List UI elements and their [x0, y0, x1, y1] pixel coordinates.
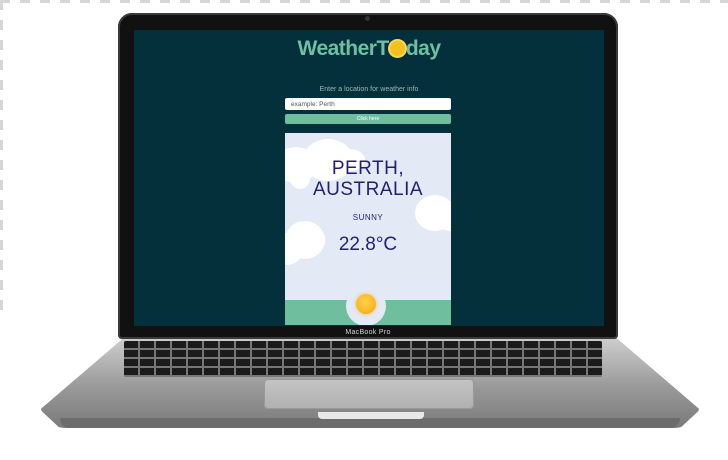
device-label: MacBook Pro — [345, 329, 391, 336]
location-prompt: Enter a location for weather info — [319, 86, 419, 93]
laptop-keyboard — [124, 341, 602, 377]
laptop-screen: WeatherT day Enter a location for weather… — [134, 30, 604, 326]
weather-card: PERTH, AUSTRALIA SUNNY 22.8°C — [285, 133, 451, 325]
brand-prefix: Weather — [297, 37, 377, 60]
app-title: WeatherT day — [297, 37, 441, 60]
laptop-notch — [318, 412, 424, 419]
laptop-lid: WeatherT day Enter a location for weather… — [118, 13, 618, 339]
location-input[interactable] — [285, 98, 451, 110]
laptop-trackpad — [264, 379, 474, 409]
condition-badge — [346, 286, 386, 325]
sun-icon — [356, 294, 376, 314]
temperature: 22.8°C — [338, 234, 398, 255]
brand-suffix: day — [405, 37, 441, 60]
city-label: PERTH, — [331, 158, 405, 179]
city-name: PERTH, AUSTRALIA — [285, 158, 451, 200]
sun-icon — [389, 41, 405, 56]
transparency-edge-top — [0, 0, 728, 3]
camera-icon — [365, 16, 370, 21]
search-button[interactable]: Click here — [285, 114, 451, 124]
transparency-edge-left — [0, 0, 3, 320]
laptop-base-front — [60, 418, 680, 428]
country-label: AUSTRALIA — [312, 179, 424, 200]
weather-condition: SUNNY — [352, 213, 384, 222]
